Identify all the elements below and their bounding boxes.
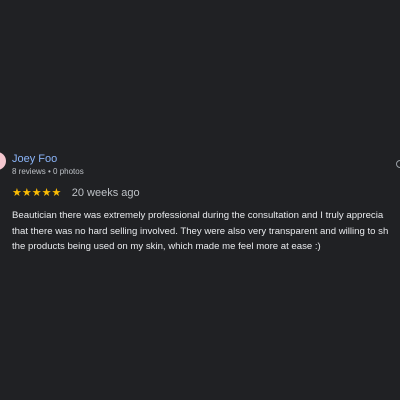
more-options-icon[interactable] [396,160,400,168]
review-line-3: the products being used on my skin, whic… [12,241,321,252]
reviewer-name[interactable]: Joey Foo [12,153,57,165]
review-text: Beautician there was extremely professio… [12,208,400,255]
review-time: 20 weeks ago [71,187,140,199]
avatar[interactable] [0,152,6,170]
rating-row: ★★★★★ 20 weeks ago [12,186,140,200]
reviewer-meta: 8 reviews • 0 photos [12,167,84,176]
review-card: Joey Foo 8 reviews • 0 photos ★★★★★ 20 w… [0,0,400,400]
review-line-1: Beautician there was extremely professio… [12,210,384,221]
star-rating: ★★★★★ [12,187,62,199]
review-line-2: that there was no hard selling involved.… [12,225,389,237]
